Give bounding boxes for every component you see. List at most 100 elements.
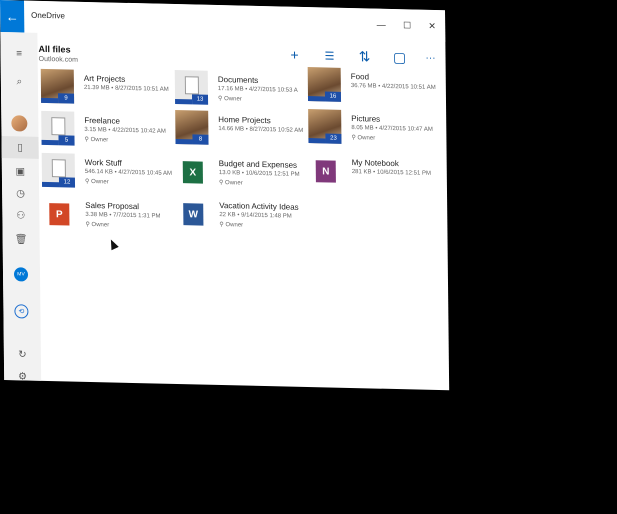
sort-icon[interactable]: ⇅ — [352, 44, 376, 69]
item-count-badge: 5 — [58, 135, 75, 146]
owner-icon: ⚲ — [84, 136, 89, 144]
file-tile[interactable]: 5 Freelance 3.15 MB • 4/22/2015 10:42 AM ⚲ … — [41, 110, 176, 158]
onedrive-window: ← OneDrive — ☐ ✕ ≡ ⌕ ▯ ▣ ◷ ⚇ 🗑 MV ⟲ ↻ ⚙ … — [0, 0, 450, 391]
account-subtitle: Outlook.com — [38, 55, 78, 64]
view-icon[interactable]: ▢ — [387, 45, 411, 70]
file-thumbnail: 8 — [175, 110, 209, 145]
folder-bar — [308, 138, 326, 144]
file-name: Work Stuff — [84, 157, 122, 168]
file-thumbnail: N — [309, 153, 342, 188]
folder-bar — [41, 139, 59, 146]
file-thumbnail: 16 — [307, 67, 342, 102]
owner-icon: ⚲ — [218, 179, 224, 187]
file-tile[interactable]: 9 Art Projects 21.39 MB • 8/27/2015 10:51 … — [40, 68, 176, 116]
title-bar: ← OneDrive — ☐ ✕ — [0, 0, 446, 43]
owner-label: ⚲ Owner — [85, 221, 109, 229]
close-button[interactable]: ✕ — [421, 10, 443, 43]
avatar[interactable] — [11, 115, 28, 132]
owner-text: Owner — [91, 222, 110, 229]
word-icon: W — [183, 203, 204, 226]
file-thumbnail: 5 — [41, 110, 75, 146]
file-name: Pictures — [351, 114, 381, 124]
account-badge[interactable]: MV — [13, 267, 29, 282]
owner-text: Owner — [91, 179, 109, 186]
files-icon[interactable]: ▯ — [1, 136, 39, 159]
settings-icon[interactable]: ⚙ — [4, 365, 41, 388]
file-name: Budget and Expenses — [218, 158, 298, 170]
item-count-badge: 16 — [324, 91, 342, 102]
file-tile[interactable]: 16 Food 36.76 MB • 4/22/2015 10:51 AM — [307, 67, 443, 114]
sidebar: ≡ ⌕ ▯ ▣ ◷ ⚇ 🗑 MV ⟲ ↻ ⚙ — [0, 32, 42, 382]
file-tile[interactable]: P Sales Proposal 3.38 MB • 7/7/2015 1:31 P… — [42, 196, 177, 243]
owner-icon: ⚲ — [84, 178, 90, 186]
file-thumbnail: 9 — [40, 68, 75, 104]
owner-label: ⚲ Owner — [84, 136, 108, 144]
item-count-badge: 13 — [191, 94, 209, 105]
select-icon[interactable]: ☰ — [317, 43, 341, 68]
file-name: Food — [350, 72, 370, 82]
item-count-badge: 8 — [192, 134, 209, 145]
owner-icon: ⚲ — [85, 221, 90, 229]
onedrive-icon[interactable]: ⟲ — [14, 304, 29, 319]
back-button[interactable]: ← — [0, 0, 25, 33]
photos-icon[interactable]: ▣ — [2, 160, 39, 183]
file-thumbnail: W — [176, 196, 209, 231]
file-tile[interactable]: W Vacation Activity Ideas 22 KB • 9/14/201… — [176, 196, 311, 243]
app-title: OneDrive — [31, 10, 66, 21]
owner-icon: ⚲ — [218, 95, 223, 103]
file-tile[interactable]: 12 Work Stuff 546.14 KB • 4/27/2015 10:45 … — [41, 152, 177, 200]
file-meta: 281 KB • 10/6/2015 12:51 PM — [351, 169, 432, 177]
owner-text: Owner — [224, 96, 242, 103]
file-meta: 8.05 MB • 4/27/2015 10:47 AM — [351, 125, 433, 133]
file-tile[interactable]: X Budget and Expenses 13.0 KB • 10/6/2015 … — [176, 154, 311, 201]
owner-label: ⚲ Owner — [85, 178, 109, 186]
file-tile[interactable]: N My Notebook 281 KB • 10/6/2015 12:51 PM — [309, 153, 444, 200]
file-thumbnail: X — [176, 154, 209, 189]
item-count-badge: 9 — [58, 93, 75, 104]
owner-label: ⚲ Owner — [219, 179, 243, 187]
file-name: Art Projects — [83, 73, 126, 84]
page-title: All files — [38, 43, 71, 55]
file-meta: 14.66 MB • 8/27/2015 10:52 AM — [218, 125, 304, 134]
owner-label: ⚲ Owner — [219, 221, 243, 229]
shared-icon[interactable]: ⚇ — [2, 204, 39, 227]
add-icon[interactable]: + — [282, 42, 306, 67]
file-meta: 3.38 MB • 7/7/2015 1:31 PM — [85, 211, 161, 220]
folder-bar — [41, 97, 59, 104]
file-meta: 17.16 MB • 4/27/2015 10:53 A — [217, 85, 298, 94]
file-meta: 21.39 MB • 8/27/2015 10:51 AM — [83, 84, 169, 93]
hamburger-menu-icon[interactable]: ≡ — [0, 42, 37, 65]
recent-icon[interactable]: ◷ — [2, 182, 39, 205]
owner-text: Owner — [357, 135, 376, 142]
file-name: My Notebook — [351, 158, 399, 169]
folder-bar — [307, 96, 326, 102]
file-name: Documents — [217, 74, 259, 85]
file-meta: 3.15 MB • 4/22/2015 10:42 AM — [84, 126, 166, 135]
folder-bar — [175, 139, 193, 145]
owner-text: Owner — [225, 180, 243, 187]
file-tile[interactable]: 8 Home Projects 14.66 MB • 8/27/2015 10:52… — [175, 110, 310, 157]
file-name: Home Projects — [218, 114, 271, 126]
minimize-button[interactable]: — — [370, 9, 392, 42]
file-thumbnail: 12 — [41, 152, 76, 188]
owner-text: Owner — [225, 222, 244, 229]
file-thumbnail: 23 — [308, 109, 342, 144]
onenote-icon: N — [315, 160, 336, 183]
more-icon[interactable]: ··· — [418, 46, 442, 71]
search-icon[interactable]: ⌕ — [1, 70, 38, 93]
file-meta: 13.0 KB • 10/6/2015 12:51 PM — [218, 169, 300, 178]
recycle-bin-icon[interactable]: 🗑 — [3, 228, 40, 251]
file-tile[interactable]: 23 Pictures 8.05 MB • 4/27/2015 10:47 AM ⚲ … — [308, 109, 443, 156]
excel-icon: X — [182, 161, 203, 184]
maximize-button[interactable]: ☐ — [396, 9, 418, 42]
item-count-badge: 23 — [325, 133, 342, 144]
owner-icon: ⚲ — [219, 221, 224, 229]
back-arrow-icon: ← — [5, 8, 19, 24]
sync-icon[interactable]: ↻ — [4, 343, 41, 366]
item-count-badge: 12 — [58, 177, 76, 188]
file-name: Vacation Activity Ideas — [219, 200, 299, 212]
owner-label: ⚲ Owner — [351, 134, 375, 142]
owner-text: Owner — [90, 137, 109, 144]
folder-bar — [175, 99, 193, 105]
folder-bar — [41, 181, 60, 188]
